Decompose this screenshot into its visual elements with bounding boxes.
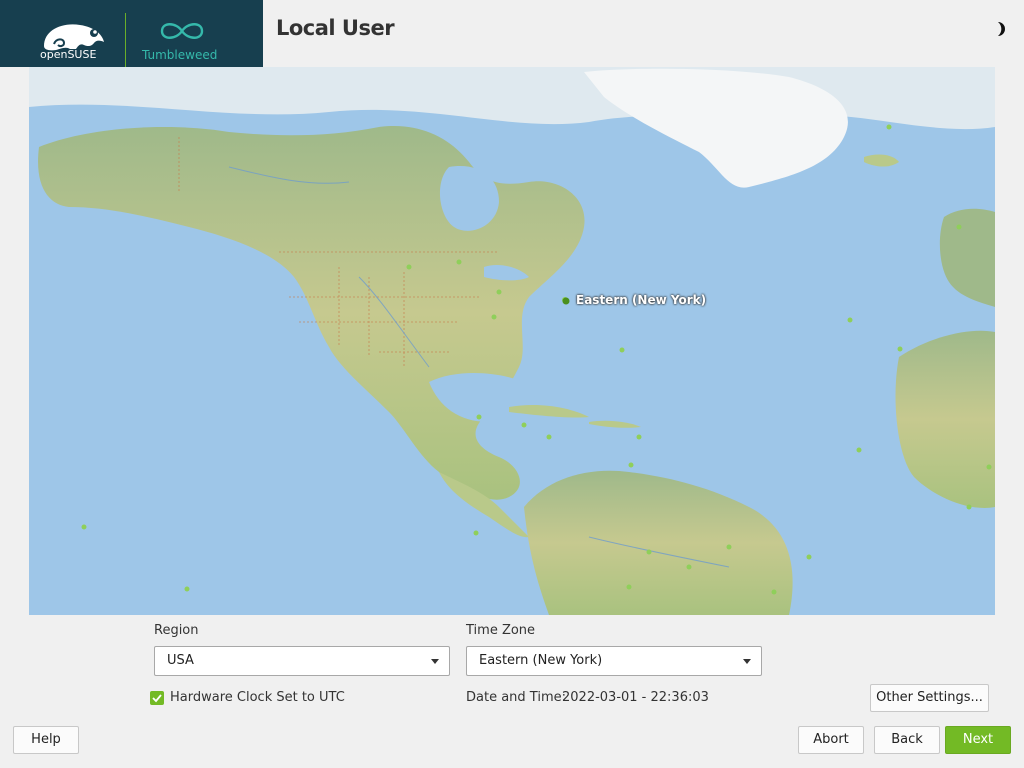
tumbleweed-text: Tumbleweed	[142, 48, 218, 62]
region-select[interactable]: USA	[154, 646, 450, 676]
opensuse-logo-block: openSUSE Tumbleweed	[0, 0, 263, 67]
half-moon-icon[interactable]	[992, 20, 1008, 38]
page-title: Local User	[276, 16, 395, 40]
timezone-map[interactable]: Eastern (New York)	[29, 67, 995, 615]
timezone-label: Time Zone	[466, 623, 536, 638]
other-settings-button[interactable]: Other Settings...	[870, 684, 989, 712]
date-time-label: Date and Time:	[466, 690, 566, 705]
chevron-down-icon	[431, 659, 439, 664]
chevron-down-icon	[743, 659, 751, 664]
checkmark-icon	[152, 694, 162, 703]
logo-divider	[125, 13, 126, 67]
region-value: USA	[167, 653, 194, 668]
hardware-clock-checkbox[interactable]	[150, 691, 164, 705]
next-button[interactable]: Next	[945, 726, 1011, 754]
help-button[interactable]: Help	[13, 726, 79, 754]
timezone-select[interactable]: Eastern (New York)	[466, 646, 762, 676]
tumbleweed-infinity-icon	[160, 23, 204, 39]
selected-city-marker[interactable]	[562, 297, 570, 305]
opensuse-brand-text: openSUSE	[40, 48, 97, 61]
timezone-value: Eastern (New York)	[479, 653, 603, 668]
abort-button[interactable]: Abort	[798, 726, 864, 754]
selected-timezone-label: Eastern (New York)	[576, 293, 707, 307]
region-label: Region	[154, 623, 199, 638]
date-time-value: 2022-03-01 - 22:36:03	[562, 690, 709, 705]
hardware-clock-label[interactable]: Hardware Clock Set to UTC	[170, 690, 345, 705]
world-map-graphic[interactable]	[29, 67, 995, 615]
back-button[interactable]: Back	[874, 726, 940, 754]
